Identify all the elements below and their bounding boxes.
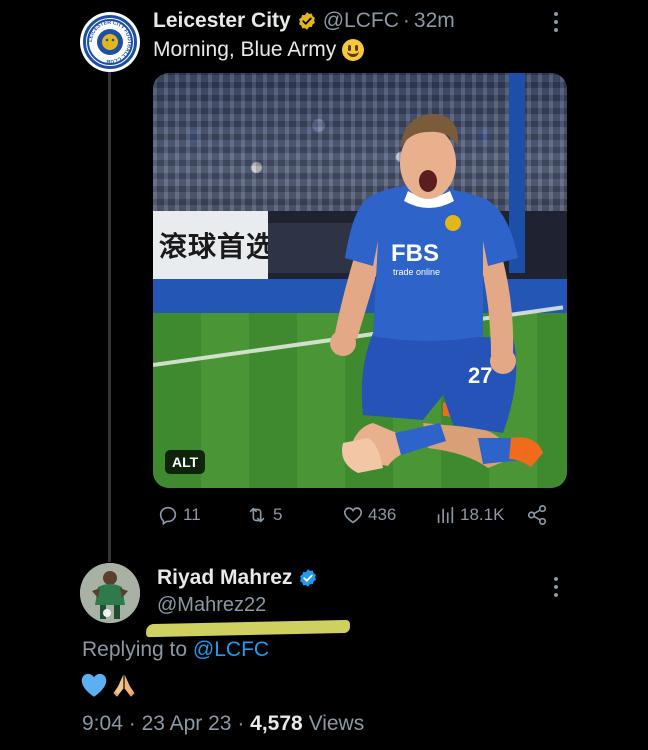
folded-hands-icon — [113, 674, 135, 697]
like-count: 436 — [368, 505, 397, 524]
reply-count: 11 — [183, 505, 201, 524]
alt-text-badge[interactable]: ALT — [165, 450, 206, 474]
reply-author-name[interactable]: Riyad Mahrez — [157, 566, 292, 590]
views-bar-chart-icon — [437, 506, 454, 524]
thread-connector-line — [108, 72, 111, 562]
replying-to-line: Replying to @LCFC — [82, 638, 269, 662]
retweet-count: 5 — [273, 505, 283, 524]
meta-separator-1: · — [128, 712, 136, 735]
reply-meta: 9:04 · 23 Apr 23 · 4,578 Views — [82, 712, 364, 736]
reply-header: Riyad Mahrez — [157, 566, 318, 590]
grinning-face-icon — [342, 39, 365, 61]
reply-views-count[interactable]: 4,578 — [250, 712, 303, 735]
replying-prefix: Replying to — [82, 638, 188, 661]
author-handle[interactable]: @LCFC — [323, 9, 399, 33]
riyad-avatar-photo — [80, 563, 140, 623]
replying-mention-link[interactable]: @LCFC — [193, 638, 269, 661]
reply-date[interactable]: 23 Apr 23 — [142, 712, 232, 735]
tweet-action-bar: 11 5 436 18.1K — [157, 504, 552, 532]
tweet-text: Morning, Blue Army — [153, 38, 365, 62]
ad-board-text: 滾球首选 — [159, 230, 276, 263]
views-count: 18.1K — [460, 505, 505, 524]
reply-author-handle[interactable]: @Mahrez22 — [157, 594, 266, 617]
author-name[interactable]: Leicester City — [153, 9, 291, 33]
meta-separator-2: · — [237, 712, 245, 735]
riyad-avatar[interactable] — [80, 563, 140, 623]
blue-verified-icon — [300, 569, 317, 587]
sponsor-text: FBS — [391, 240, 439, 267]
yellow-highlight-mark — [145, 619, 351, 638]
tweet-header: Leicester City @LCFC · 32m — [153, 9, 455, 33]
sponsor-sub-text: trade online — [393, 267, 440, 277]
more-options-icon[interactable] — [552, 11, 560, 33]
reply-time[interactable]: 9:04 — [82, 712, 123, 735]
retweet-icon — [249, 507, 265, 523]
views-action[interactable]: 18.1K — [434, 504, 504, 526]
share-icon — [527, 505, 547, 525]
tweet-text-content: Morning, Blue Army — [153, 38, 337, 61]
lcfc-crest-icon: LEICESTER CITY FOOTBALL CLUB — [83, 15, 137, 69]
separator-dot: · — [402, 9, 410, 32]
celebrating-player-figure: 27 FBS trade online — [330, 113, 543, 473]
like-action[interactable]: 436 — [342, 504, 396, 526]
share-action[interactable] — [525, 504, 553, 526]
heart-icon — [343, 507, 363, 524]
reply-more-options-icon[interactable] — [552, 576, 560, 598]
lcfc-avatar[interactable]: LEICESTER CITY FOOTBALL CLUB — [80, 12, 140, 72]
shirt-number: 27 — [468, 363, 492, 388]
reply-action[interactable]: 11 — [157, 504, 201, 526]
tweet-time[interactable]: 32m — [414, 9, 455, 33]
gold-verified-icon — [298, 12, 315, 30]
blue-heart-icon — [81, 673, 107, 697]
tweet-photo[interactable]: 滾球首选 27 FBS trade online ALT — [153, 73, 567, 488]
retweet-action[interactable]: 5 — [245, 504, 282, 526]
reply-icon — [159, 506, 177, 526]
reply-content — [80, 671, 138, 699]
reply-views-label: Views — [308, 712, 365, 735]
